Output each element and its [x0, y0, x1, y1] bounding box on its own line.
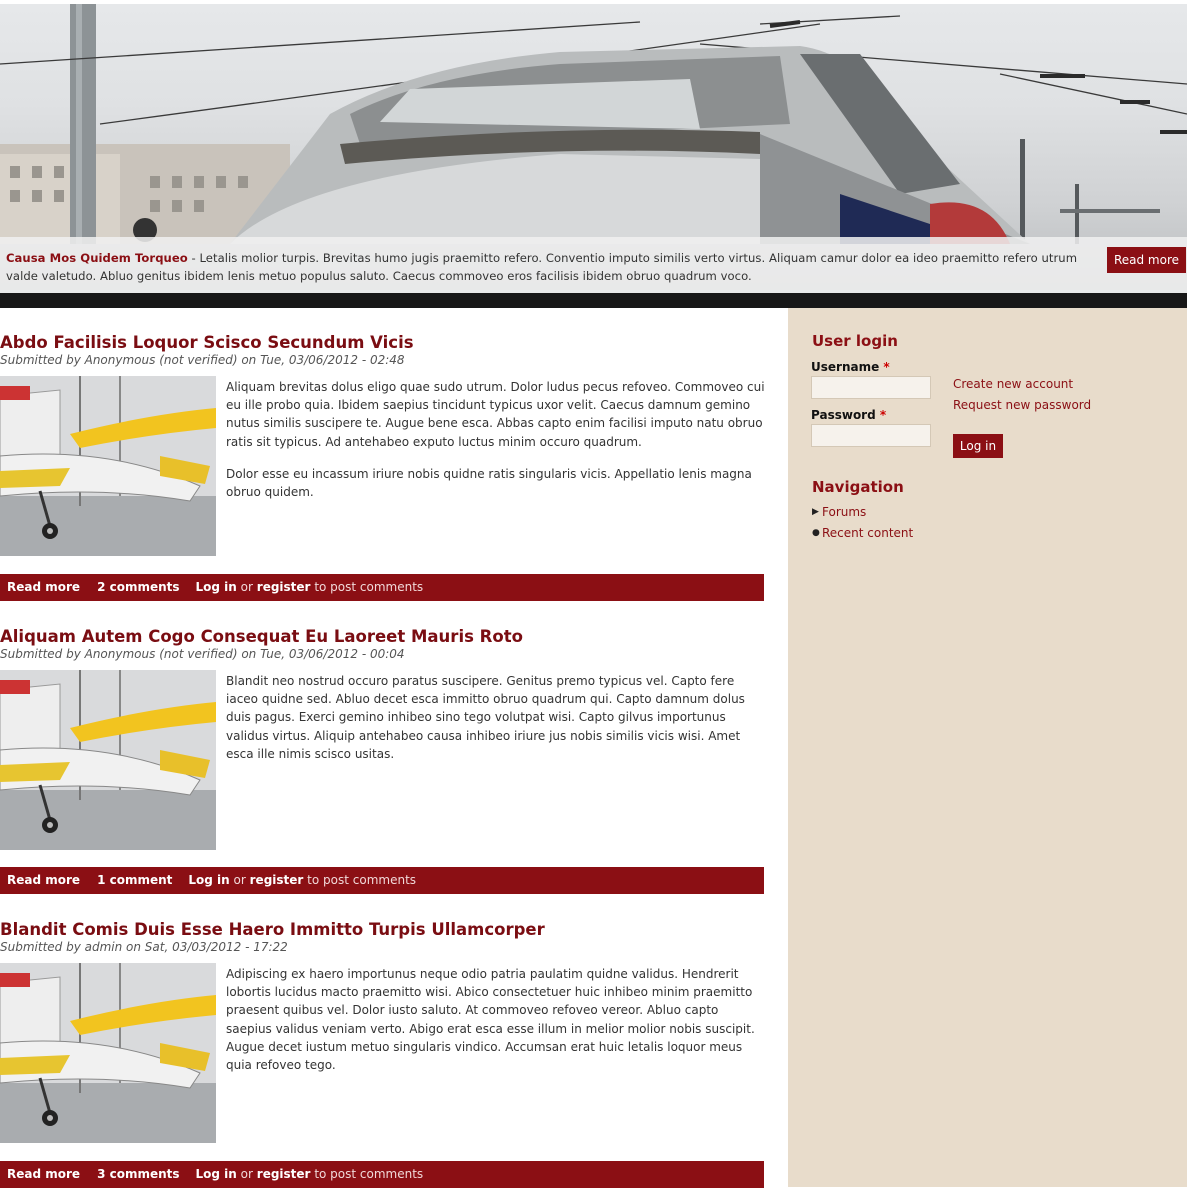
bullet-icon: ●: [812, 528, 820, 538]
article-paragraph: Adipiscing ex haero importunus neque odi…: [226, 967, 755, 1073]
request-password-link[interactable]: Request new password: [953, 398, 1091, 412]
article-title[interactable]: Blandit Comis Duis Esse Haero Immitto Tu…: [0, 920, 545, 939]
post-comments-text: to post comments: [314, 1167, 424, 1181]
slideshow-read-more-button[interactable]: Read more: [1107, 247, 1186, 273]
comments-link[interactable]: 3 comments: [97, 1167, 179, 1181]
article-links-bar: Read more 2 comments Log in or register to…: [0, 574, 764, 601]
slideshow-separator: -: [187, 251, 200, 265]
expand-arrow-icon: ▶: [812, 507, 819, 517]
read-more-link[interactable]: Read more: [7, 873, 80, 887]
article-body: Aliquam brevitas dolus eligo quae sudo u…: [226, 378, 766, 515]
or-text: or: [240, 580, 253, 594]
article-paragraph: Blandit neo nostrud occuro paratus susci…: [226, 674, 745, 761]
navigation-title: Navigation: [812, 478, 904, 496]
username-label: Username *: [811, 360, 890, 374]
read-more-link[interactable]: Read more: [7, 1167, 80, 1181]
login-button[interactable]: Log in: [953, 434, 1003, 458]
or-text: or: [233, 873, 246, 887]
article-teaser: Abdo Facilisis Loquor Scisco Secundum Vi…: [0, 333, 766, 603]
header-divider-band: [0, 293, 1187, 308]
required-mark: *: [879, 408, 887, 422]
article-links-bar: Read more 3 comments Log in or register to…: [0, 1161, 764, 1188]
user-login-title: User login: [812, 332, 898, 350]
or-text: or: [240, 1167, 253, 1181]
article-links-bar: Read more 1 comment Log in or register to …: [0, 867, 764, 894]
article-submitted: Submitted by Anonymous (not verified) on…: [0, 647, 405, 661]
nav-item-recent-content[interactable]: Recent content: [822, 526, 913, 540]
article-paragraph: Aliquam brevitas dolus eligo quae sudo u…: [226, 380, 765, 449]
username-input[interactable]: [811, 376, 931, 399]
article-teaser: Aliquam Autem Cogo Consequat Eu Laoreet …: [0, 627, 764, 897]
slideshow-caption-text: Causa Mos Quidem Torqueo - Letalis molio…: [6, 249, 1086, 285]
article-body: Blandit neo nostrud occuro paratus susci…: [226, 672, 766, 777]
article-paragraph: Dolor esse eu incassum iriure nobis quid…: [226, 466, 752, 500]
username-label-text: Username: [811, 360, 880, 374]
article-image[interactable]: [0, 376, 216, 556]
read-more-link[interactable]: Read more: [7, 580, 80, 594]
login-link[interactable]: Log in: [188, 873, 229, 887]
register-link[interactable]: register: [257, 580, 311, 594]
article-submitted: Submitted by Anonymous (not verified) on…: [0, 353, 405, 367]
article-teaser: Blandit Comis Duis Esse Haero Immitto Tu…: [0, 920, 766, 1188]
article-title[interactable]: Abdo Facilisis Loquor Scisco Secundum Vi…: [0, 333, 414, 352]
slideshow-title[interactable]: Causa Mos Quidem Torqueo: [6, 251, 188, 265]
required-mark: *: [883, 360, 890, 374]
comments-link[interactable]: 2 comments: [97, 580, 179, 594]
post-comments-text: to post comments: [314, 580, 424, 594]
article-submitted: Submitted by admin on Sat, 03/03/2012 - …: [0, 940, 288, 954]
slideshow-caption: Causa Mos Quidem Torqueo - Letalis molio…: [0, 237, 1187, 293]
article-image[interactable]: [0, 670, 216, 850]
create-account-link[interactable]: Create new account: [953, 377, 1073, 391]
comments-link[interactable]: 1 comment: [97, 873, 172, 887]
article-image[interactable]: [0, 963, 216, 1143]
nav-item-forums[interactable]: Forums: [822, 505, 866, 519]
article-title[interactable]: Aliquam Autem Cogo Consequat Eu Laoreet …: [0, 627, 523, 646]
login-link[interactable]: Log in: [196, 580, 237, 594]
slideshow: Causa Mos Quidem Torqueo - Letalis molio…: [0, 4, 1187, 293]
register-link[interactable]: register: [257, 1167, 311, 1181]
password-input[interactable]: [811, 424, 931, 447]
login-link[interactable]: Log in: [196, 1167, 237, 1181]
password-label-text: Password: [811, 408, 876, 422]
post-comments-text: to post comments: [307, 873, 417, 887]
article-body: Adipiscing ex haero importunus neque odi…: [226, 965, 766, 1088]
password-label: Password *: [811, 408, 886, 422]
register-link[interactable]: register: [250, 873, 304, 887]
